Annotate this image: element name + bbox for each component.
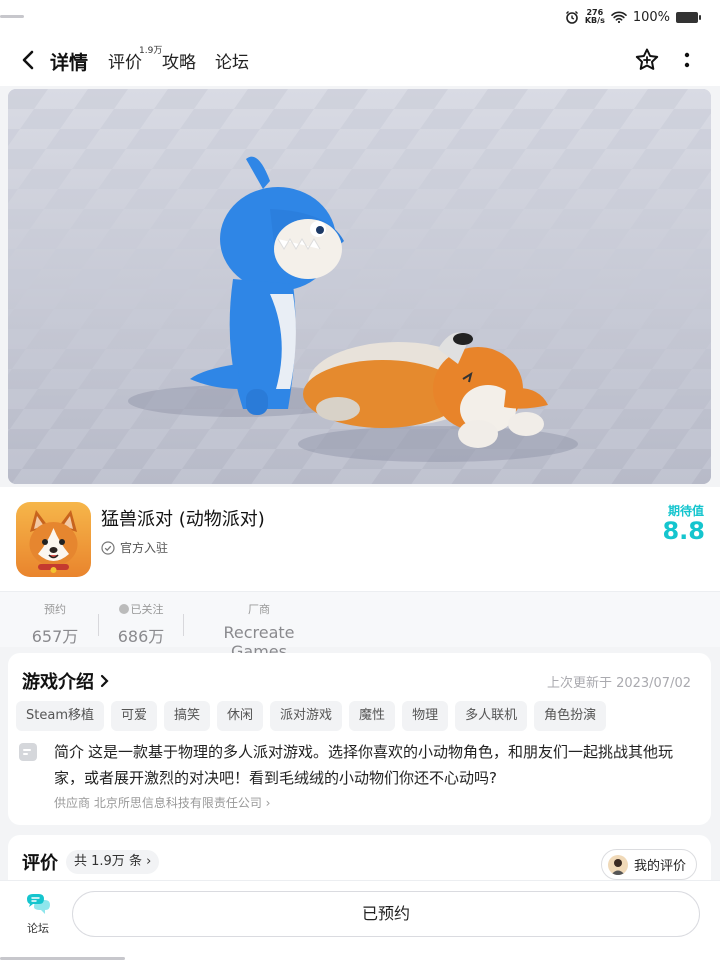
status-icons: 276 KB/s 100% bbox=[565, 6, 701, 28]
last-updated: 上次更新于 2023/07/02 bbox=[546, 676, 691, 691]
expectation-score: 8.8 bbox=[662, 517, 705, 545]
stat-followers: 已关注 686万 bbox=[117, 603, 165, 646]
app-title: 猛兽派对 (动物派对) bbox=[101, 509, 265, 530]
battery-percent: 100% bbox=[632, 9, 670, 25]
avatar bbox=[607, 854, 628, 875]
star-add-icon bbox=[635, 48, 659, 70]
favorite-button[interactable] bbox=[633, 46, 661, 74]
tag-list: Steam移植 可爱 搞笑 休闲 派对游戏 魔性 物理 多人联机 角色扮演 bbox=[16, 701, 607, 731]
status-indicator bbox=[0, 15, 24, 18]
back-button[interactable] bbox=[18, 48, 40, 72]
more-vertical-icon bbox=[684, 52, 690, 68]
tag[interactable]: 物理 bbox=[402, 701, 449, 731]
home-indicator bbox=[0, 957, 125, 960]
review-title: 评价 bbox=[22, 853, 58, 874]
review-count-link[interactable]: 共 1.9万 条 › bbox=[66, 850, 160, 874]
tab-guides[interactable]: 攻略 bbox=[162, 48, 196, 73]
banner-illustration bbox=[8, 89, 711, 484]
more-button[interactable] bbox=[673, 46, 701, 74]
top-nav: 详情 评价 1.9万 攻略 论坛 bbox=[0, 34, 720, 86]
app-info-section: 猛兽派对 (动物派对) 官方入驻 期待值 8.8 预约 657万 已关注 686… bbox=[0, 487, 720, 661]
divider bbox=[183, 614, 184, 636]
alarm-icon bbox=[565, 11, 578, 24]
game-banner-image[interactable] bbox=[8, 89, 711, 484]
battery-icon bbox=[676, 11, 701, 23]
wifi-icon bbox=[611, 11, 627, 23]
game-intro-card: 游戏介绍 上次更新于 2023/07/02 Steam移植 可爱 搞笑 休闲 派… bbox=[8, 653, 711, 825]
divider bbox=[98, 614, 99, 636]
tab-reviews[interactable]: 评价 bbox=[108, 48, 142, 73]
tag[interactable]: 角色扮演 bbox=[534, 701, 607, 731]
my-review-button[interactable]: 我的评价 bbox=[600, 849, 697, 880]
supplier-link[interactable]: 供应商 北京所思信息科技有限责任公司 › bbox=[54, 794, 270, 811]
tag[interactable]: Steam移植 bbox=[16, 701, 104, 731]
heart-shield-icon bbox=[118, 604, 129, 614]
corgi-app-icon bbox=[16, 502, 91, 577]
stat-developer[interactable]: 厂商 Recreate Games bbox=[194, 592, 324, 661]
chevron-right-icon bbox=[101, 674, 109, 688]
tag[interactable]: 魔性 bbox=[349, 701, 396, 731]
tab-details[interactable]: 详情 bbox=[50, 48, 89, 75]
tag[interactable]: 可爱 bbox=[110, 701, 157, 731]
tag[interactable]: 搞笑 bbox=[164, 701, 211, 731]
tab-forum[interactable]: 论坛 bbox=[215, 48, 249, 73]
tag[interactable]: 多人联机 bbox=[455, 701, 528, 731]
forum-button[interactable]: 论坛 bbox=[18, 893, 58, 936]
official-badge: 官方入驻 bbox=[101, 539, 168, 556]
status-bar: 276 KB/s 100% bbox=[0, 0, 720, 34]
bottom-action-bar: 论坛 已预约 bbox=[0, 880, 720, 964]
forum-chat-icon bbox=[27, 894, 50, 914]
intro-title-link[interactable]: 游戏介绍 bbox=[22, 668, 110, 694]
network-speed: 276 KB/s bbox=[584, 8, 605, 25]
verified-check-icon bbox=[101, 540, 115, 555]
stat-reservations: 预约 657万 bbox=[31, 603, 79, 646]
tag[interactable]: 休闲 bbox=[217, 701, 264, 731]
tag[interactable]: 派对游戏 bbox=[270, 701, 343, 731]
reviews-count-badge: 1.9万 bbox=[139, 46, 163, 56]
game-description[interactable]: 简介 这是一款基于物理的多人派对游戏。选择你喜欢的小动物角色，和朋友们一起挑战其他… bbox=[54, 739, 694, 791]
stats-row: 预约 657万 已关注 686万 厂商 Recreate Games bbox=[0, 591, 720, 661]
description-icon bbox=[19, 743, 37, 761]
reserved-button[interactable]: 已预约 bbox=[72, 891, 700, 937]
chevron-left-icon bbox=[22, 50, 34, 70]
app-icon[interactable] bbox=[16, 502, 91, 577]
